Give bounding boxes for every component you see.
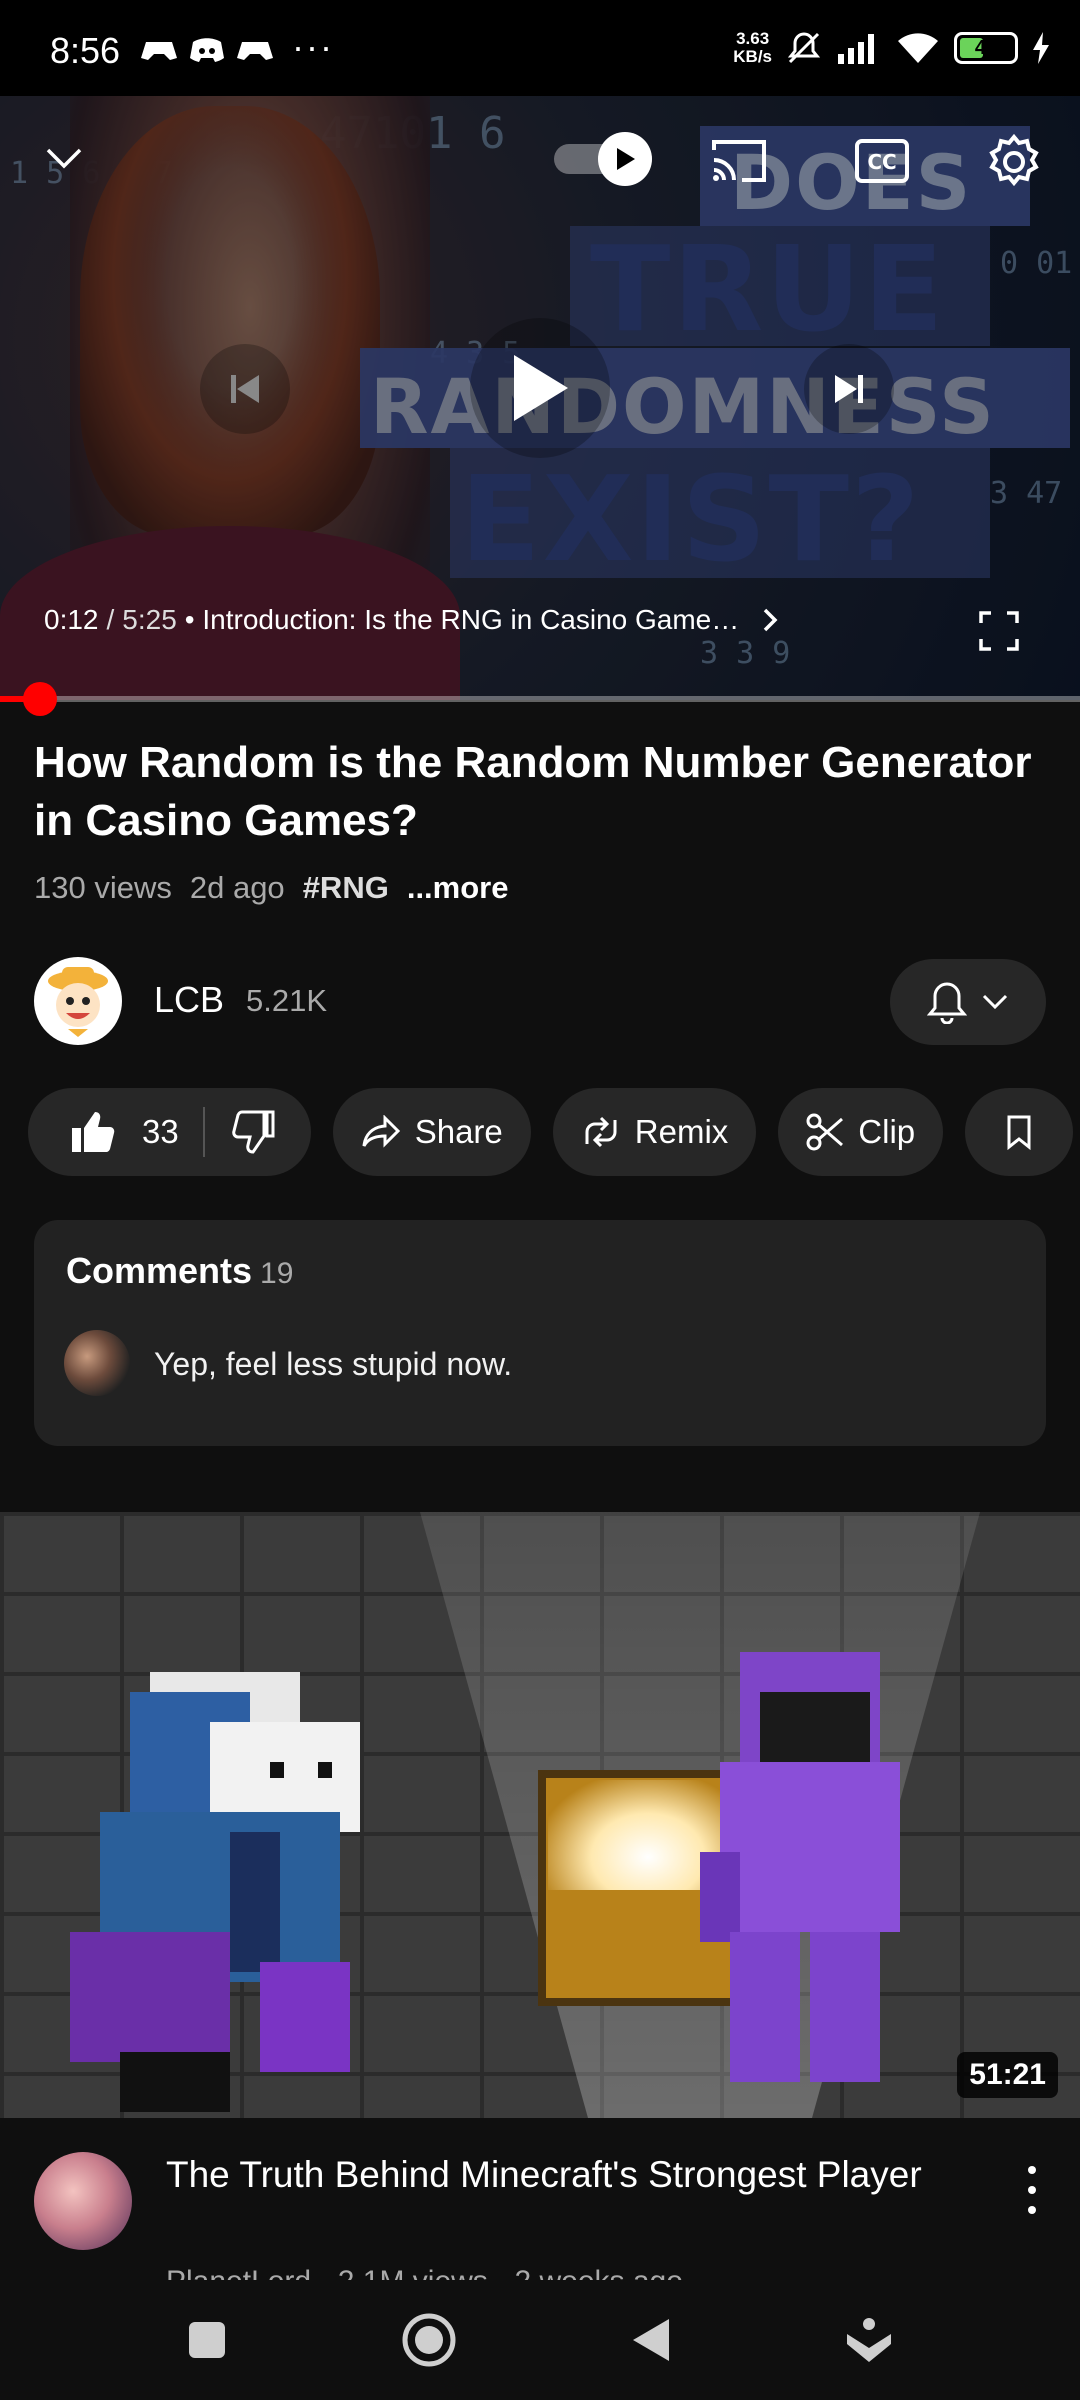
minimize-button[interactable]: [36, 136, 92, 180]
play-icon: [514, 355, 568, 421]
view-count: 130 views: [34, 870, 172, 905]
more-options-button[interactable]: [1012, 2160, 1052, 2220]
previous-button[interactable]: [200, 344, 290, 434]
charging-icon: [1033, 32, 1049, 64]
next-video-meta: PlanetLord · 2.1M views · 2 weeks ago: [166, 2265, 683, 2282]
captions-icon: CC: [855, 139, 909, 183]
channel-avatar[interactable]: [34, 957, 122, 1045]
channel-row[interactable]: LCB 5.21K: [34, 955, 1046, 1047]
kebab-dot: [1028, 2186, 1036, 2194]
captions-button[interactable]: CC: [852, 136, 912, 186]
video-meta[interactable]: 130 views 2d ago #RNG ...more: [34, 870, 508, 906]
speed-unit: KB/s: [733, 47, 772, 66]
time-separator: /: [106, 604, 115, 635]
progress-bar[interactable]: [0, 682, 1080, 716]
like-icon[interactable]: [70, 1110, 116, 1154]
video-title[interactable]: How Random is the Random Number Generato…: [34, 734, 1034, 850]
action-bar: 33 Share Remix Clip: [28, 1088, 1080, 1178]
battery-level: 40: [974, 36, 998, 59]
play-button[interactable]: [470, 318, 610, 458]
next-channel-avatar[interactable]: [34, 2152, 132, 2250]
system-nav-bar: [0, 2280, 1080, 2400]
commenter-avatar: [64, 1330, 130, 1396]
recent-apps-icon[interactable]: [187, 2320, 227, 2360]
discord-icon: [190, 38, 224, 62]
kebab-dot: [1028, 2206, 1036, 2214]
clip-button[interactable]: Clip: [778, 1088, 944, 1176]
gear-icon: [989, 134, 1039, 187]
autoplay-play-icon: [617, 148, 635, 170]
current-time: 0:12: [44, 604, 99, 635]
wifi-icon: [898, 33, 938, 63]
home-icon[interactable]: [401, 2312, 457, 2368]
dislike-icon[interactable]: [229, 1110, 275, 1154]
comments-header: Comments 19: [66, 1250, 293, 1292]
kebab-dot: [1028, 2166, 1036, 2174]
channel-name[interactable]: LCB: [154, 979, 224, 1021]
bookmark-icon: [1007, 1115, 1031, 1150]
autoplay-toggle[interactable]: [550, 128, 656, 190]
status-time: 8:56: [50, 30, 121, 71]
video-duration-badge: 51:21: [957, 2052, 1058, 2098]
next-video-thumbnail[interactable]: 51:21: [0, 1512, 1080, 2118]
next-video-title[interactable]: The Truth Behind Minecraft's Strongest P…: [166, 2152, 926, 2198]
comments-count: 19: [260, 1257, 294, 1290]
upload-age: 2d ago: [189, 870, 285, 905]
like-dislike-group: 33: [28, 1088, 311, 1176]
comments-card[interactable]: Comments 19 Yep, feel less stupid now.: [34, 1220, 1046, 1446]
mascot-icon: [48, 967, 108, 1037]
time-display: 0:12 / 5:25 • Introduction: Is the RNG i…: [44, 604, 781, 636]
save-button[interactable]: [965, 1088, 1074, 1176]
gamepad-icon: [237, 42, 273, 60]
next-video-info[interactable]: The Truth Behind Minecraft's Strongest P…: [0, 2140, 1080, 2270]
remix-label: Remix: [634, 1113, 729, 1150]
chevron-down-icon: [982, 994, 1008, 1010]
scrubber-handle[interactable]: [22, 682, 57, 716]
back-icon[interactable]: [631, 2317, 671, 2363]
like-count[interactable]: 33: [142, 1113, 179, 1151]
status-right: 3.63 KB/s 40: [733, 30, 1050, 66]
top-comment: Yep, feel less stupid now.: [154, 1346, 513, 1382]
more-link[interactable]: ...more: [407, 870, 509, 906]
signal-icon: [838, 34, 874, 64]
notifications-button[interactable]: [890, 959, 1046, 1045]
share-icon: [362, 1115, 400, 1148]
assistant-icon[interactable]: [845, 2316, 893, 2364]
clip-label: Clip: [858, 1113, 916, 1150]
fullscreen-button[interactable]: [976, 608, 1022, 654]
chapter-title[interactable]: • Introduction: Is the RNG in Casino Gam…: [185, 604, 739, 636]
comments-title: Comments: [66, 1250, 253, 1291]
mute-icon: [787, 32, 821, 64]
notification-icons: [140, 34, 274, 66]
status-bar: 8:56 ··· 3.63 KB/s 40: [0, 0, 1080, 96]
more-notifications-icon: ···: [292, 26, 334, 67]
share-label: Share: [414, 1113, 503, 1150]
scissors-icon: [806, 1113, 844, 1151]
duration: 5:25: [122, 604, 177, 635]
subscriber-count: 5.21K: [246, 983, 328, 1018]
network-speed: 3.63 KB/s: [733, 30, 772, 66]
skip-next-icon: [835, 375, 863, 403]
fullscreen-icon: [979, 611, 1019, 651]
minecraft-character-image: [70, 1672, 360, 2112]
hashtag-link[interactable]: #RNG: [303, 870, 389, 906]
bell-icon: [927, 982, 967, 1024]
chevron-right-icon[interactable]: [761, 606, 781, 634]
video-player[interactable]: 1 5 6 8 7 47101 6 4 3 5 0 01 3 47 3 3 9 …: [0, 96, 1080, 700]
remix-button[interactable]: Remix: [552, 1088, 757, 1176]
svg-text:CC: CC: [867, 150, 896, 174]
remix-icon: [585, 1116, 617, 1148]
next-button[interactable]: [804, 344, 894, 434]
gamepad-icon: [141, 42, 177, 60]
settings-button[interactable]: [984, 132, 1044, 192]
share-button[interactable]: Share: [332, 1088, 531, 1176]
speed-value: 3.63: [736, 29, 770, 48]
chevron-down-icon: [46, 148, 82, 169]
cast-icon: [712, 140, 766, 182]
minecraft-character-image: [700, 1652, 900, 2082]
battery-icon: 40: [954, 32, 1018, 64]
skip-previous-icon: [231, 375, 259, 403]
cast-button[interactable]: [706, 136, 772, 186]
divider: [202, 1107, 205, 1157]
